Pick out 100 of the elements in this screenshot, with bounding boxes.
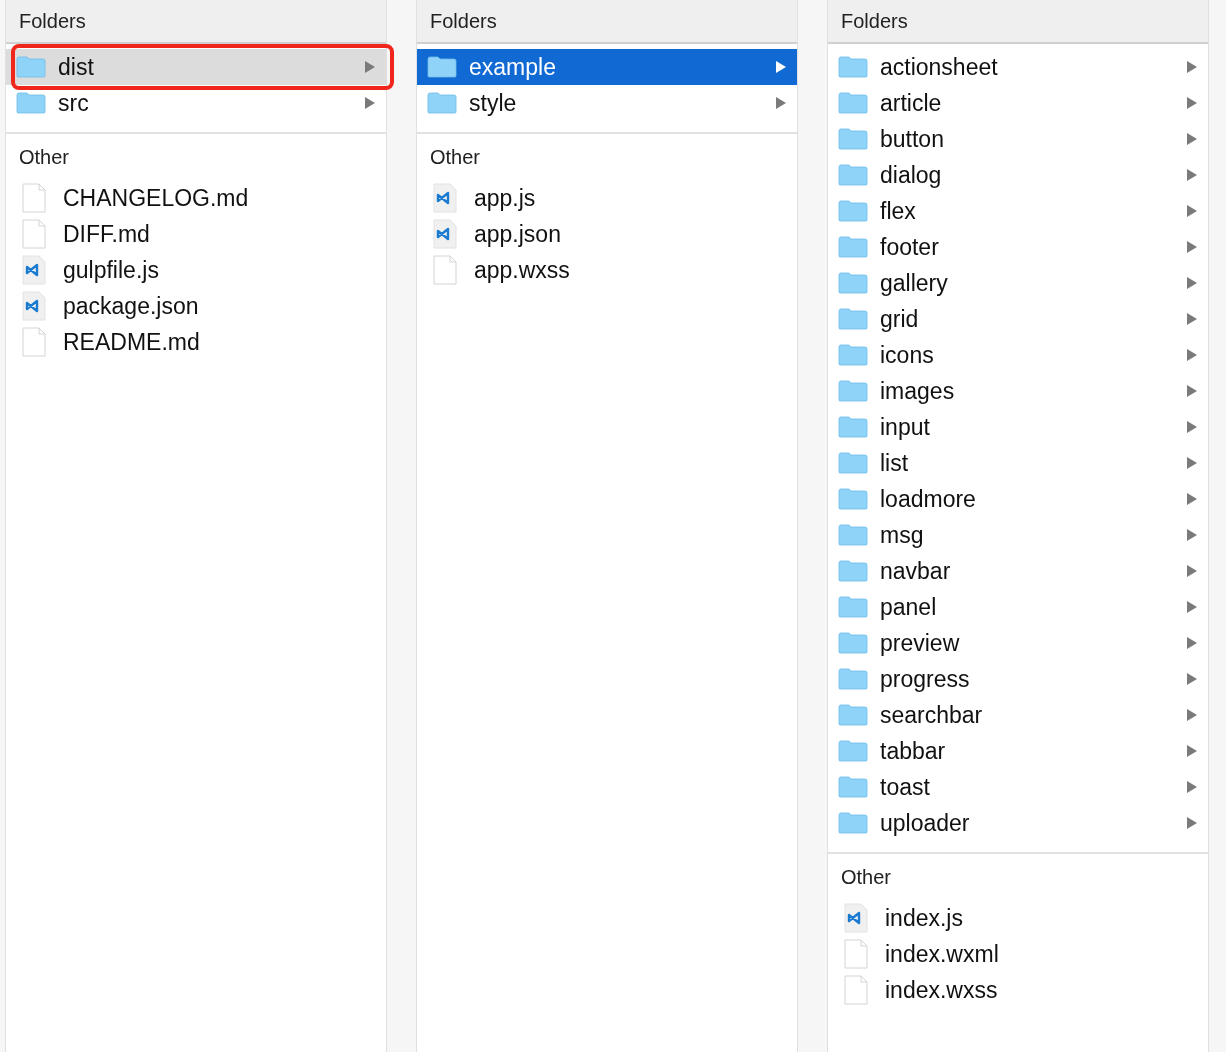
vscode-file-icon: [433, 183, 457, 213]
folder-icon: [838, 632, 868, 654]
folder-icon: [838, 164, 868, 186]
file-name[interactable]: gulpfile.js: [63, 252, 159, 288]
folder-row[interactable]: src: [6, 85, 386, 121]
disclosure-arrow-icon: [1186, 816, 1198, 830]
folder-row[interactable]: preview: [828, 625, 1208, 661]
folder-icon: [838, 416, 868, 438]
folder-name: preview: [880, 628, 961, 658]
folder-row[interactable]: msg: [828, 517, 1208, 553]
folder-name: progress: [880, 664, 971, 694]
folder-name: msg: [880, 520, 925, 550]
folder-icon: [838, 488, 868, 510]
disclosure-arrow-icon: [1186, 492, 1198, 506]
disclosure-arrow-icon: [1186, 276, 1198, 290]
file-icon: [844, 975, 868, 1005]
folder-name: example: [469, 52, 557, 82]
folder-name: list: [880, 448, 910, 478]
folder-row[interactable]: dist: [6, 49, 386, 85]
file-icon: [22, 219, 46, 249]
folder-name: images: [880, 376, 956, 406]
folder-row[interactable]: images: [828, 373, 1208, 409]
section-header: Folders: [6, 0, 386, 44]
section-header: Folders: [828, 0, 1208, 44]
folder-name: icons: [880, 340, 935, 370]
file-icon: [22, 183, 46, 213]
folder-icon: [838, 200, 868, 222]
file-name[interactable]: DIFF.md: [63, 216, 150, 252]
file-name[interactable]: README.md: [63, 324, 200, 360]
folder-icon: [838, 776, 868, 798]
folder-row[interactable]: icons: [828, 337, 1208, 373]
vscode-file-icon: [844, 903, 868, 933]
folder-row[interactable]: style: [417, 85, 797, 121]
disclosure-arrow-icon: [1186, 132, 1198, 146]
folder-name: searchbar: [880, 700, 984, 730]
disclosure-arrow-icon: [1186, 780, 1198, 794]
folder-row[interactable]: panel: [828, 589, 1208, 625]
file-name[interactable]: index.js: [885, 900, 963, 936]
folder-name: navbar: [880, 556, 952, 586]
folder-row[interactable]: navbar: [828, 553, 1208, 589]
disclosure-arrow-icon: [1186, 384, 1198, 398]
section-header: Folders: [417, 0, 797, 44]
vscode-file-icon: [22, 255, 46, 285]
file-name[interactable]: app.json: [474, 216, 561, 252]
folder-row[interactable]: grid: [828, 301, 1208, 337]
folder-row[interactable]: dialog: [828, 157, 1208, 193]
folder-icon: [838, 524, 868, 546]
file-name[interactable]: app.js: [474, 180, 536, 216]
folder-row[interactable]: actionsheet: [828, 49, 1208, 85]
disclosure-arrow-icon: [1186, 600, 1198, 614]
folder-row[interactable]: loadmore: [828, 481, 1208, 517]
folder-row[interactable]: example: [417, 49, 797, 85]
disclosure-arrow-icon: [1186, 240, 1198, 254]
disclosure-arrow-icon: [1186, 708, 1198, 722]
folder-row[interactable]: uploader: [828, 805, 1208, 841]
folder-row[interactable]: gallery: [828, 265, 1208, 301]
folder-row[interactable]: tabbar: [828, 733, 1208, 769]
folder-icon: [838, 704, 868, 726]
disclosure-arrow-icon: [1186, 312, 1198, 326]
folder-row[interactable]: flex: [828, 193, 1208, 229]
folder-row[interactable]: input: [828, 409, 1208, 445]
folder-name: grid: [880, 304, 920, 334]
file-name[interactable]: CHANGELOG.md: [63, 180, 249, 216]
folder-name: loadmore: [880, 484, 977, 514]
folder-row[interactable]: button: [828, 121, 1208, 157]
folder-row[interactable]: list: [828, 445, 1208, 481]
folder-name: gallery: [880, 268, 949, 298]
disclosure-arrow-icon: [775, 60, 787, 74]
folder-row[interactable]: article: [828, 85, 1208, 121]
disclosure-arrow-icon: [364, 96, 376, 110]
file-name[interactable]: index.wxss: [885, 972, 998, 1008]
disclosure-arrow-icon: [1186, 636, 1198, 650]
folder-row[interactable]: searchbar: [828, 697, 1208, 733]
folder-name: src: [58, 88, 90, 118]
folder-name: panel: [880, 592, 938, 622]
folder-row[interactable]: progress: [828, 661, 1208, 697]
folder-icon: [838, 452, 868, 474]
file-icon: [433, 255, 457, 285]
disclosure-arrow-icon: [1186, 564, 1198, 578]
folder-row[interactable]: footer: [828, 229, 1208, 265]
folder-row[interactable]: toast: [828, 769, 1208, 805]
vscode-file-icon: [22, 291, 46, 321]
folder-icon: [838, 560, 868, 582]
file-name[interactable]: index.wxml: [885, 936, 999, 972]
disclosure-arrow-icon: [1186, 204, 1198, 218]
folder-name: tabbar: [880, 736, 947, 766]
disclosure-arrow-icon: [1186, 744, 1198, 758]
folder-icon: [838, 668, 868, 690]
folder-icon: [16, 56, 46, 78]
folder-icon: [16, 92, 46, 114]
folder-name: button: [880, 124, 945, 154]
folder-icon: [838, 812, 868, 834]
folder-icon: [427, 56, 457, 78]
disclosure-arrow-icon: [1186, 168, 1198, 182]
folder-icon: [838, 272, 868, 294]
folder-name: uploader: [880, 808, 971, 838]
file-name[interactable]: package.json: [63, 288, 199, 324]
folder-name: flex: [880, 196, 917, 226]
folder-icon: [838, 308, 868, 330]
file-name[interactable]: app.wxss: [474, 252, 570, 288]
